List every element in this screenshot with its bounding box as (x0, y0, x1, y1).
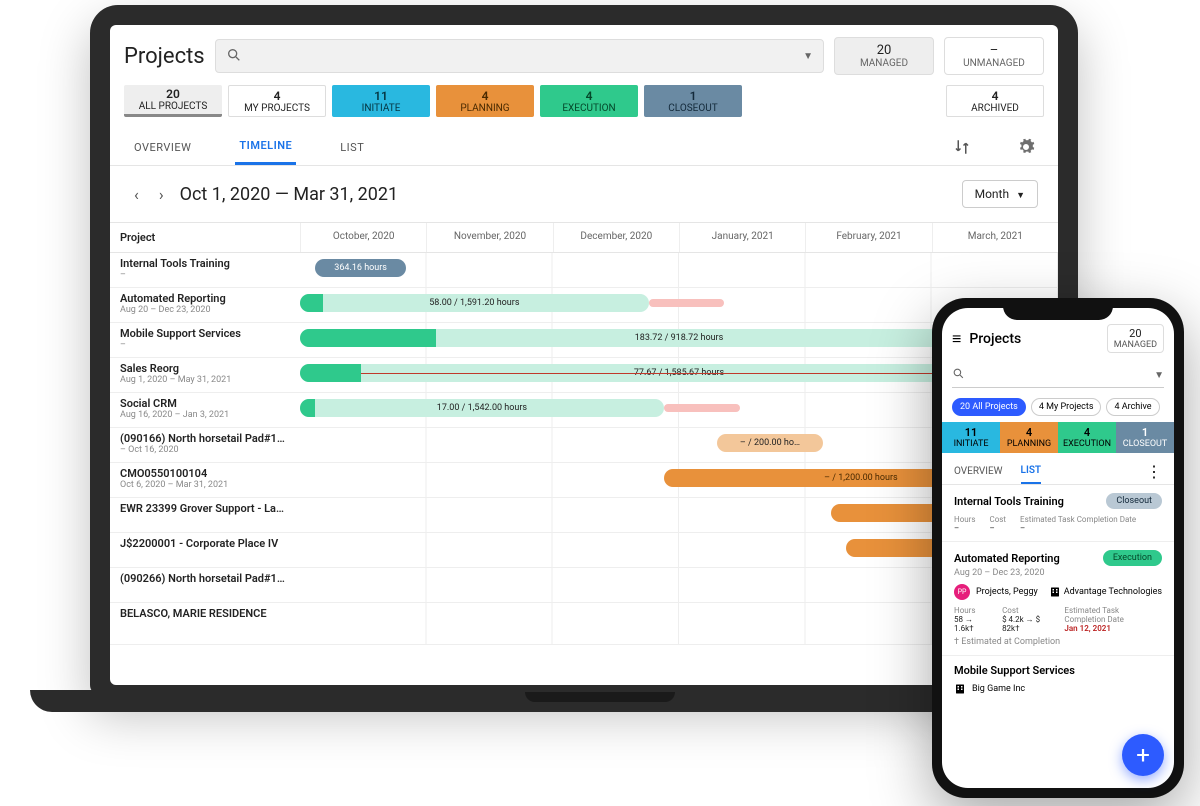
gantt-progress (300, 364, 361, 382)
project-row[interactable]: Social CRMAug 16, 2020 – Jan 3, 2021 17.… (110, 393, 1058, 428)
filter-row: 20 ALL PROJECTS 4 MY PROJECTS 11 INITIAT… (110, 85, 1058, 123)
filter-planning[interactable]: 4 PLANNING (436, 85, 534, 117)
filter-archived[interactable]: 4 ARCHIVED (946, 85, 1044, 117)
add-button[interactable]: + (1122, 734, 1164, 776)
gantt-overrun (664, 404, 740, 412)
menu-icon[interactable]: ≡ (952, 329, 961, 349)
status-badge: Closeout (1106, 493, 1162, 509)
timeline-header: Project October, 2020 November, 2020 Dec… (110, 222, 1058, 253)
chevron-down-icon: ▼ (803, 51, 813, 62)
sort-icon[interactable] (950, 135, 974, 159)
building-icon (954, 683, 966, 695)
topbar: Projects ▼ 20 MANAGED – UNMANAGED (110, 25, 1058, 85)
gantt-progress (300, 399, 315, 417)
filter-my-projects[interactable]: 4 MY PROJECTS (228, 85, 326, 117)
phase-execution[interactable]: 4EXECUTION (1058, 422, 1116, 453)
more-icon[interactable]: ⋮ (1146, 467, 1162, 477)
filter-initiate[interactable]: 11 INITIATE (332, 85, 430, 117)
month-header: January, 2021 (679, 223, 805, 252)
phone-frame: ≡ Projects 20 MANAGED ▼ 20 All Projects … (932, 298, 1184, 798)
gantt-bar[interactable]: 17.00 / 1,542.00 hours (300, 399, 664, 417)
status-badge: Execution (1103, 550, 1162, 566)
project-row[interactable]: EWR 23399 Grover Support - Lawr… (110, 498, 1058, 533)
mobile-view-tabs: OVERVIEW LIST ⋮ (942, 453, 1174, 485)
mobile-page-title: Projects (969, 331, 1021, 347)
chevron-down-icon: ▼ (1154, 370, 1164, 381)
mobile-tab-overview[interactable]: OVERVIEW (954, 460, 1003, 483)
desktop-screen: Projects ▼ 20 MANAGED – UNMANAGED (110, 25, 1058, 685)
column-project: Project (110, 223, 300, 252)
avatar: PP (954, 584, 970, 600)
chip-my-projects[interactable]: 4 My Projects (1031, 398, 1102, 416)
unmanaged-stat[interactable]: – UNMANAGED (944, 37, 1044, 75)
date-range: Oct 1, 2020 — Mar 31, 2021 (180, 184, 399, 205)
search-input[interactable]: ▼ (215, 39, 824, 73)
chip-archived[interactable]: 4 Archive (1106, 398, 1159, 416)
tab-timeline[interactable]: TIMELINE (235, 129, 296, 165)
project-row[interactable]: J$2200001 - Corporate Place IV – / 4… (110, 533, 1058, 568)
tab-list[interactable]: LIST (336, 131, 368, 164)
gantt-progress (300, 329, 436, 347)
mobile-screen: ≡ Projects 20 MANAGED ▼ 20 All Projects … (942, 308, 1174, 788)
gantt-overrun (649, 299, 725, 307)
building-icon (1049, 586, 1061, 598)
project-row[interactable]: Automated ReportingAug 20 – Dec 23, 2020… (110, 288, 1058, 323)
mobile-phase-bar: 11INITIATE 4PLANNING 4EXECUTION 1CLOSEOU… (942, 422, 1174, 453)
month-header: February, 2021 (805, 223, 931, 252)
laptop-hinge-notch (525, 692, 675, 702)
project-row[interactable]: Mobile Support Services– 183.72 / 918.72… (110, 323, 1058, 358)
month-header: October, 2020 (300, 223, 426, 252)
tab-overview[interactable]: OVERVIEW (130, 131, 195, 164)
search-icon (226, 47, 242, 66)
month-columns: October, 2020 November, 2020 December, 2… (300, 223, 1058, 252)
project-row[interactable]: (090166) North horsetail Pad#11 P…– Oct … (110, 428, 1058, 463)
timeline-rows: Internal Tools Training– 364.16 hours Au… (110, 253, 1058, 645)
managed-stat[interactable]: 20 MANAGED (834, 37, 934, 75)
mobile-tab-list[interactable]: LIST (1021, 459, 1042, 484)
filter-all-projects[interactable]: 20 ALL PROJECTS (124, 85, 222, 117)
gantt-bar[interactable]: 58.00 / 1,591.20 hours (300, 294, 649, 312)
search-icon (952, 367, 965, 383)
phone-notch (1003, 302, 1113, 320)
chevron-down-icon: ▼ (1016, 191, 1025, 201)
chip-all-projects[interactable]: 20 All Projects (952, 398, 1026, 416)
project-row[interactable]: BELASCO, MARIE RESIDENCE (110, 603, 1058, 645)
gantt-progress (300, 294, 323, 312)
month-header: December, 2020 (553, 223, 679, 252)
project-row[interactable]: (090266) North horsetail Pad#12 P… (110, 568, 1058, 603)
phase-planning[interactable]: 4PLANNING (1000, 422, 1058, 453)
project-row[interactable]: Internal Tools Training– 364.16 hours (110, 253, 1058, 288)
project-card[interactable]: Internal Tools Training Closeout Hours– … (942, 485, 1174, 542)
phase-initiate[interactable]: 11INITIATE (942, 422, 1000, 453)
project-card[interactable]: Automated Reporting Execution Aug 20 – D… (942, 542, 1174, 656)
laptop-frame: Projects ▼ 20 MANAGED – UNMANAGED (90, 5, 1078, 695)
gantt-bar[interactable]: – / 200.00 ho… (717, 434, 823, 452)
mobile-search-input[interactable]: ▼ (952, 363, 1164, 388)
phase-closeout[interactable]: 1CLOSEOUT (1116, 422, 1174, 453)
period-select[interactable]: Month ▼ (962, 180, 1038, 208)
filter-execution[interactable]: 4 EXECUTION (540, 85, 638, 117)
month-header: November, 2020 (426, 223, 552, 252)
gantt-bar[interactable]: 364.16 hours (315, 259, 406, 277)
gear-icon[interactable] (1014, 135, 1038, 159)
page-title: Projects (124, 44, 205, 69)
filter-closeout[interactable]: 1 CLOSEOUT (644, 85, 742, 117)
prev-range-button[interactable]: ‹ (130, 185, 143, 204)
mobile-filter-chips: 20 All Projects 4 My Projects 4 Archive (942, 392, 1174, 422)
project-row[interactable]: Sales ReorgAug 1, 2020 – May 31, 2021 77… (110, 358, 1058, 393)
month-header: March, 2021 (932, 223, 1058, 252)
footnote: † Estimated at Completion (954, 637, 1162, 647)
date-range-row: ‹ › Oct 1, 2020 — Mar 31, 2021 Month ▼ (110, 166, 1058, 222)
mobile-managed-stat[interactable]: 20 MANAGED (1107, 324, 1164, 353)
project-row[interactable]: CMO0550100104Oct 6, 2020 – Mar 31, 2021 … (110, 463, 1058, 498)
project-card[interactable]: Mobile Support Services Big Game Inc (942, 656, 1174, 703)
next-range-button[interactable]: › (155, 185, 168, 204)
view-tabs: OVERVIEW TIMELINE LIST (110, 123, 1058, 166)
